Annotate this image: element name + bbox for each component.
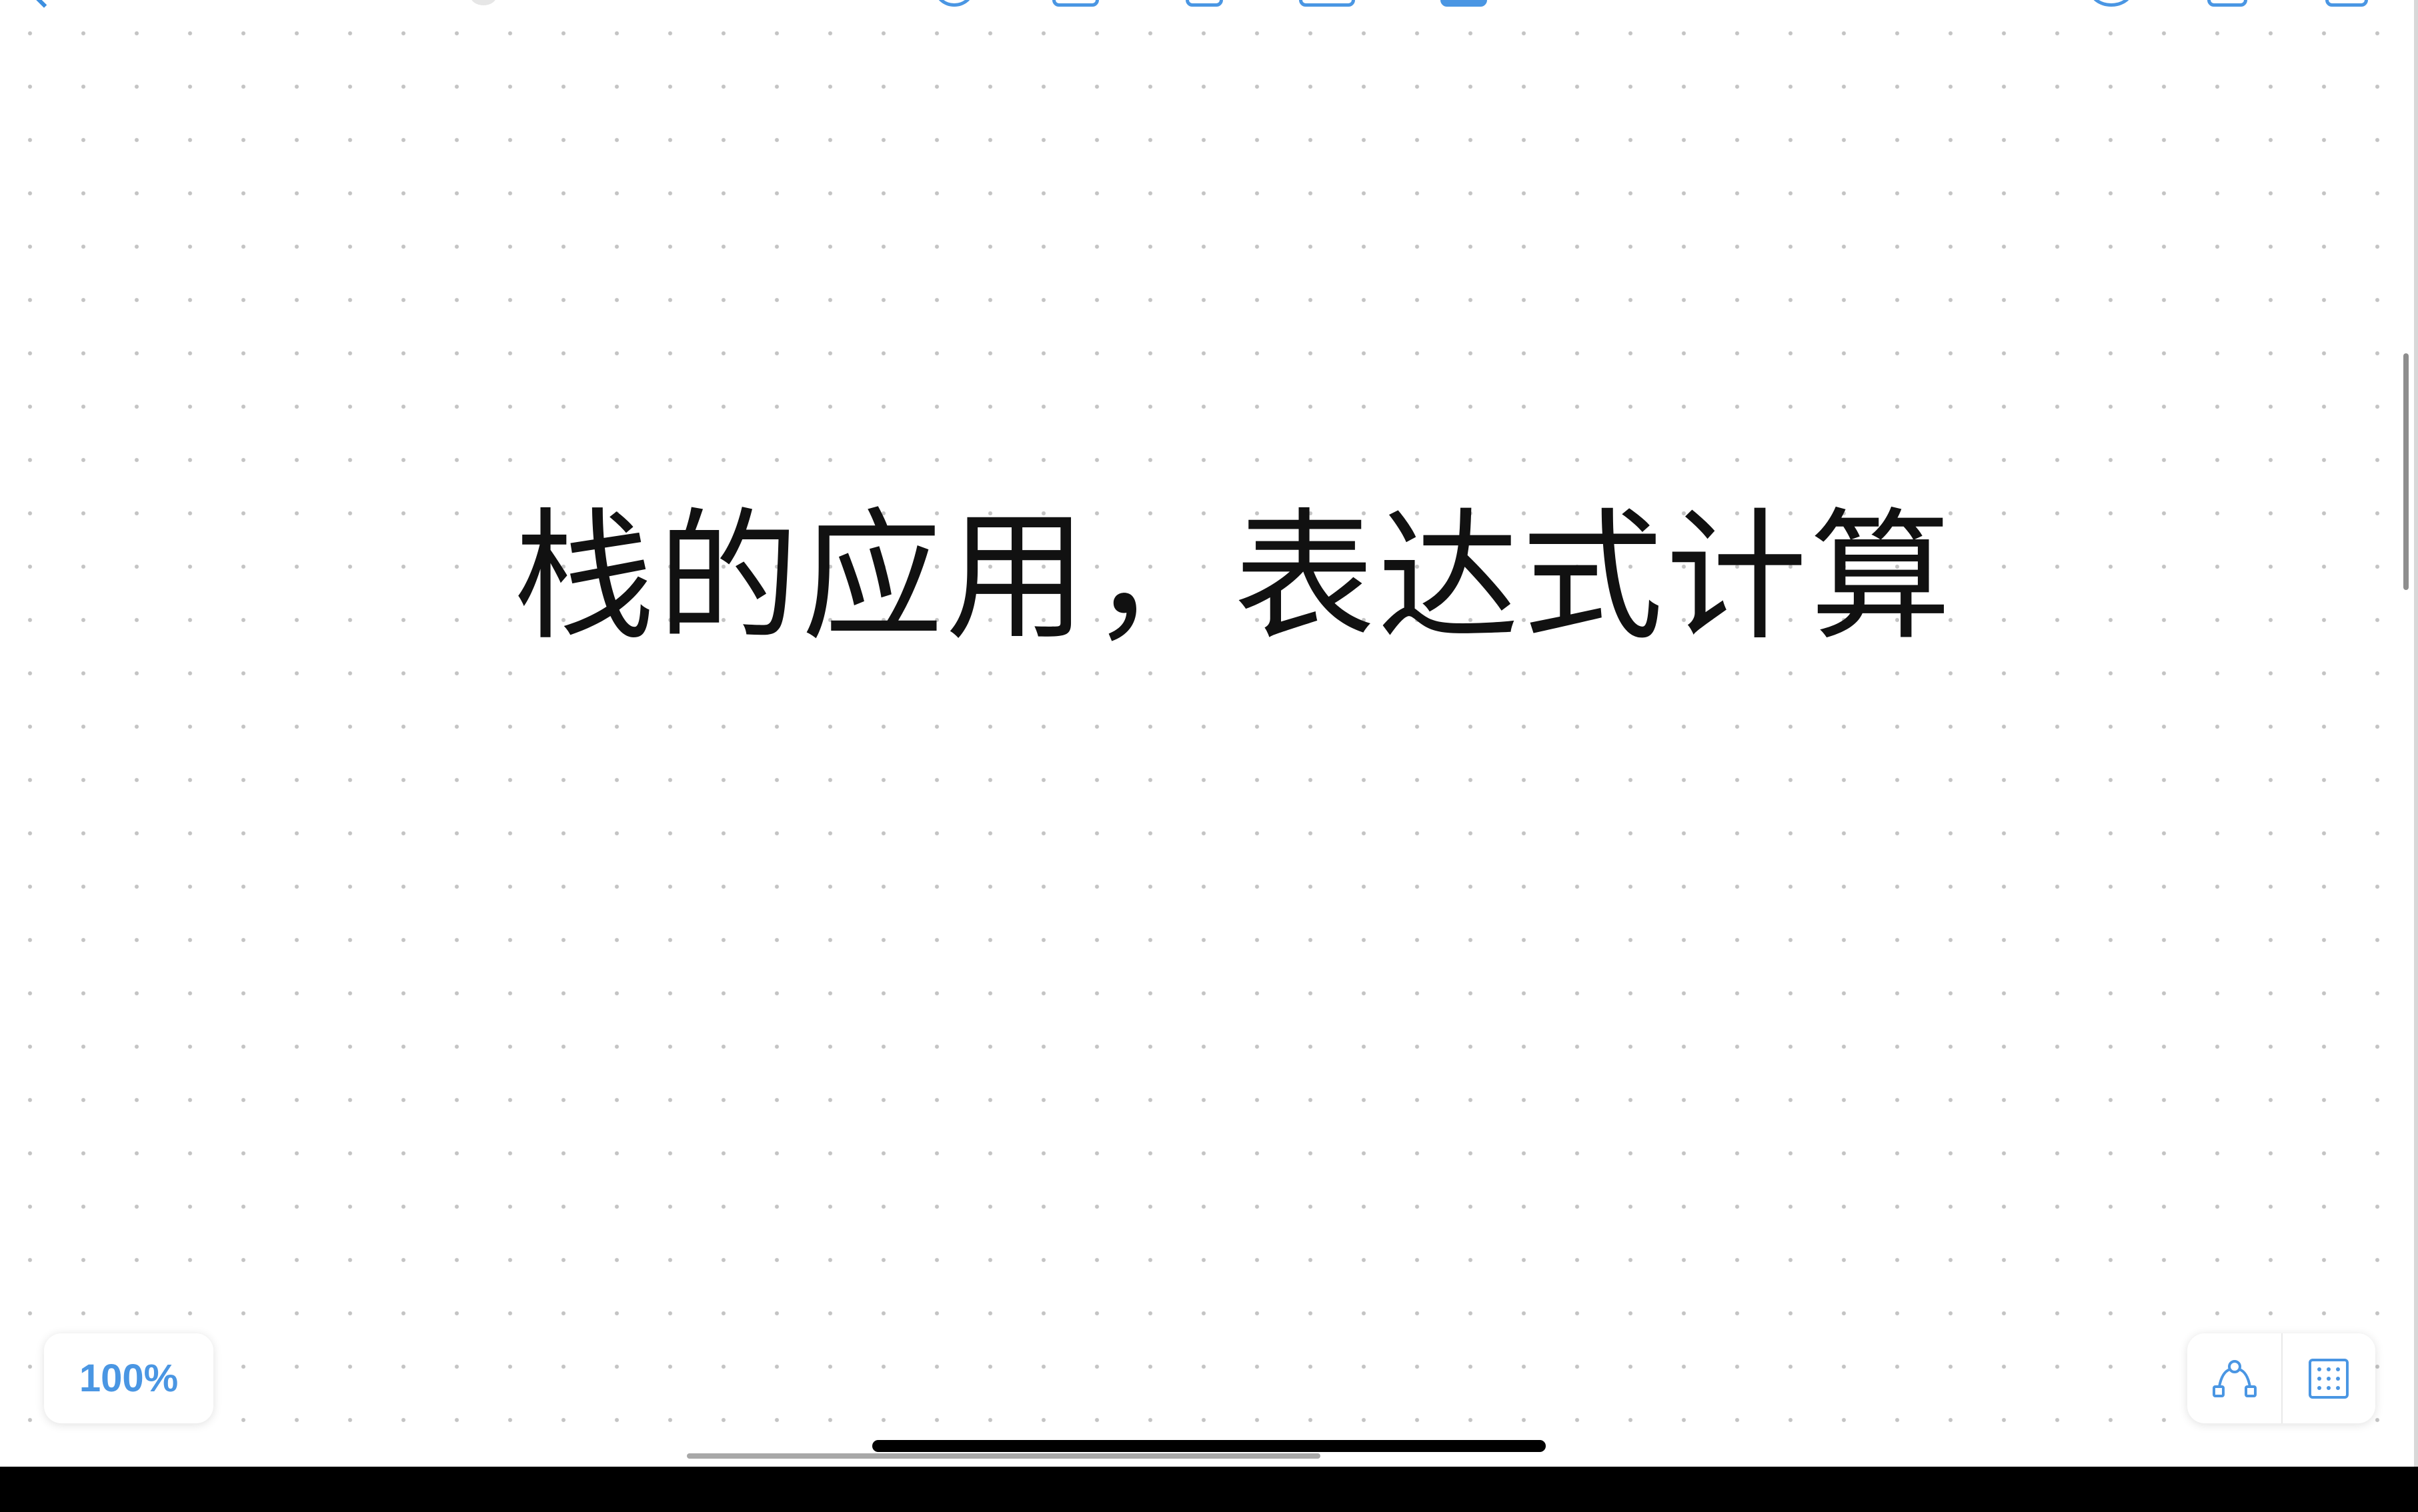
- vertical-scrollbar[interactable]: [2403, 353, 2409, 590]
- top-toolbar: [0, 0, 2418, 9]
- shape-tool-icon[interactable]: [1052, 0, 1099, 7]
- title-dropdown-icon[interactable]: [470, 0, 497, 5]
- media-insert-icon[interactable]: [1440, 0, 1487, 7]
- pen-tool-icon[interactable]: [935, 0, 974, 7]
- collaborate-icon[interactable]: [2089, 0, 2133, 7]
- connect-button[interactable]: [2187, 1333, 2281, 1423]
- text-box-icon[interactable]: [1299, 0, 1355, 7]
- sticky-note-icon[interactable]: [1186, 0, 1223, 7]
- node-connection-icon: [2212, 1359, 2257, 1397]
- back-chevron-icon[interactable]: [31, 0, 57, 8]
- horizontal-scrollbar[interactable]: [687, 1453, 1320, 1459]
- share-icon[interactable]: [2207, 0, 2247, 7]
- whiteboard-canvas[interactable]: 栈的应用，表达式计算 100%: [0, 0, 2418, 1467]
- dot-grid-icon: [2308, 1358, 2349, 1399]
- zoom-level-button[interactable]: 100%: [44, 1333, 213, 1423]
- more-options-icon[interactable]: [2325, 0, 2368, 7]
- canvas-edge: [2414, 0, 2418, 1467]
- home-indicator[interactable]: [872, 1440, 1546, 1452]
- grid-toggle-button[interactable]: [2281, 1333, 2375, 1423]
- screen-bottom-bezel: [0, 1467, 2418, 1512]
- bottom-tools-group: [2187, 1333, 2375, 1423]
- canvas-heading[interactable]: 栈的应用，表达式计算: [513, 507, 1954, 648]
